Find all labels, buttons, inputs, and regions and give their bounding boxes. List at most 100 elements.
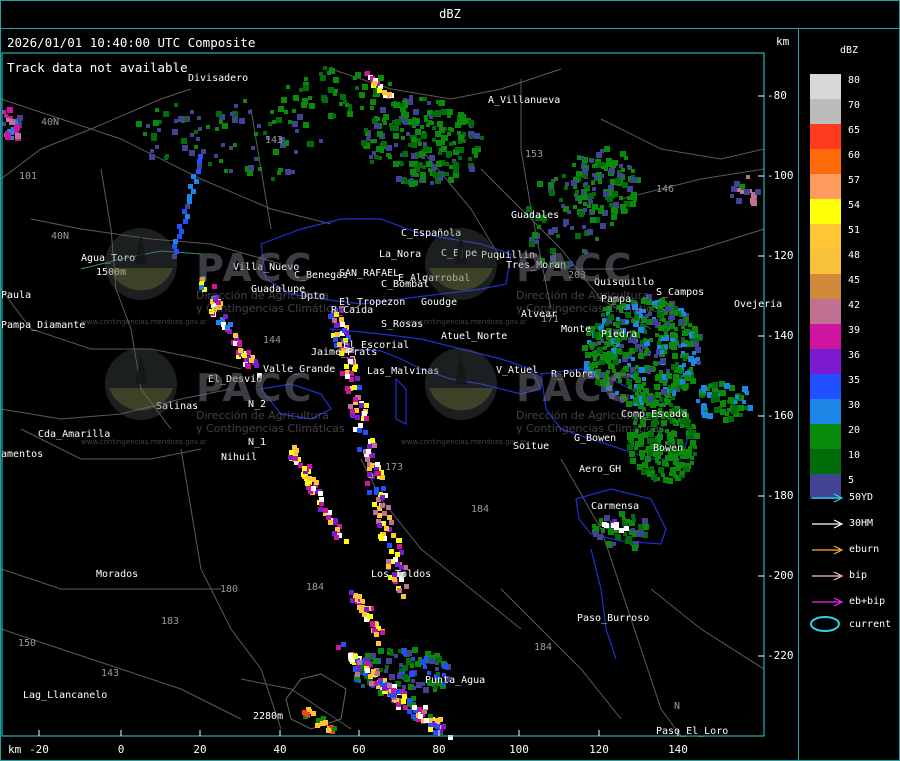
echo-cell <box>386 658 392 664</box>
echo-cell <box>254 132 258 136</box>
echo-cell <box>365 481 370 486</box>
echo-cell <box>362 84 368 90</box>
echo-cell <box>380 107 386 113</box>
echo-cell <box>304 77 308 81</box>
echo-cell <box>423 687 429 693</box>
echo-cell <box>613 161 617 165</box>
echo-cell <box>197 164 202 169</box>
echo-cell <box>423 142 427 146</box>
watermark-brand: PACC <box>516 366 634 410</box>
track-arrow-icon <box>812 571 844 581</box>
echo-cell <box>435 667 439 671</box>
echo-cell <box>658 325 664 331</box>
echo-cell <box>432 126 436 130</box>
road-number: 184 <box>534 642 553 653</box>
echo-cell <box>409 95 413 99</box>
echo-cell <box>583 202 587 206</box>
echo-cell <box>441 146 447 152</box>
watermark-line2: y Contingencias Climáticas <box>516 302 665 315</box>
echo-cell <box>450 128 454 132</box>
echo-cell <box>194 145 198 149</box>
echo-cell <box>594 163 598 167</box>
place-label: Morados <box>96 569 139 580</box>
legend-swatch <box>810 274 841 299</box>
watermark-line2: y Contingencias Climáticas <box>196 422 345 435</box>
place-label: SAN_RAFAEL <box>339 268 400 279</box>
echo-cell <box>674 311 678 315</box>
echo-cell <box>631 357 635 361</box>
radar-map-panel[interactable]: 2026/01/01 10:40:00 UTC Composite Track … <box>1 29 799 760</box>
echo-cell <box>307 476 312 481</box>
echo-cell <box>474 154 478 158</box>
legend-swatch <box>810 374 841 399</box>
echo-cell <box>344 364 349 369</box>
echo-cell <box>249 358 254 363</box>
echo-cell <box>643 524 649 530</box>
place-label: Jaime_Prats <box>311 347 378 358</box>
echo-cell <box>187 199 192 204</box>
district-border <box>395 377 407 425</box>
echo-cell <box>457 131 461 135</box>
echo-cell <box>155 145 159 149</box>
place-label: La_Nora <box>379 249 422 260</box>
echo-cell <box>219 159 223 163</box>
echo-cell <box>563 219 569 225</box>
place-label: Lag_Llancanelo <box>23 690 108 701</box>
echo-cell <box>592 173 596 177</box>
echo-cell <box>625 320 629 324</box>
y-tick-label: -220 <box>767 649 794 662</box>
echo-cell <box>136 121 142 127</box>
echo-cell <box>191 174 196 179</box>
place-label: Pampa_Diamante <box>1 320 86 331</box>
echo-cell <box>366 137 370 141</box>
echo-cell <box>638 439 644 445</box>
echo-cell <box>412 705 417 710</box>
echo-cell <box>190 110 194 114</box>
legend-swatch <box>810 424 841 449</box>
echo-cell <box>358 423 363 428</box>
echo-cell <box>189 150 195 156</box>
echo-cell <box>277 171 281 175</box>
echo-cell <box>406 650 412 656</box>
echo-cell <box>7 107 13 113</box>
echo-cell <box>372 151 376 155</box>
x-tick-label: 100 <box>509 743 529 756</box>
echo-cell <box>150 149 154 153</box>
echo-cell <box>273 149 279 155</box>
echo-cell <box>645 456 651 462</box>
echo-cell <box>399 663 403 667</box>
echo-cell <box>436 161 442 167</box>
echo-cell <box>369 155 373 159</box>
echo-cell <box>372 81 377 86</box>
echo-cell <box>242 353 247 358</box>
echo-cell <box>229 146 233 150</box>
echo-cell <box>248 110 252 114</box>
echo-cell <box>722 400 726 404</box>
echo-cell <box>233 143 237 147</box>
echo-cell <box>364 607 369 612</box>
echo-cell <box>230 112 234 116</box>
echo-cell <box>702 389 706 393</box>
legend-level-label: 39 <box>848 325 861 336</box>
echo-cell <box>370 160 374 164</box>
echo-cell <box>697 335 701 339</box>
echo-cell <box>474 133 480 139</box>
echo-cell <box>380 495 385 500</box>
echo-cell <box>238 348 243 353</box>
echo-cell <box>258 167 262 171</box>
echo-cell <box>370 99 376 105</box>
echo-cell <box>673 374 679 380</box>
echo-cell <box>188 184 193 189</box>
road-number: N <box>674 701 681 712</box>
echo-cell <box>396 176 402 182</box>
y-tick-label: -120 <box>767 249 794 262</box>
echo-cell <box>363 430 368 435</box>
y-tick-label: -80 <box>767 89 787 102</box>
legend-swatch <box>810 124 841 149</box>
echo-cell <box>592 524 596 528</box>
echo-cell <box>172 129 178 135</box>
echo-cell <box>426 123 430 127</box>
echo-cell <box>620 344 624 348</box>
echo-cell <box>417 138 421 142</box>
echo-cell <box>326 515 331 520</box>
